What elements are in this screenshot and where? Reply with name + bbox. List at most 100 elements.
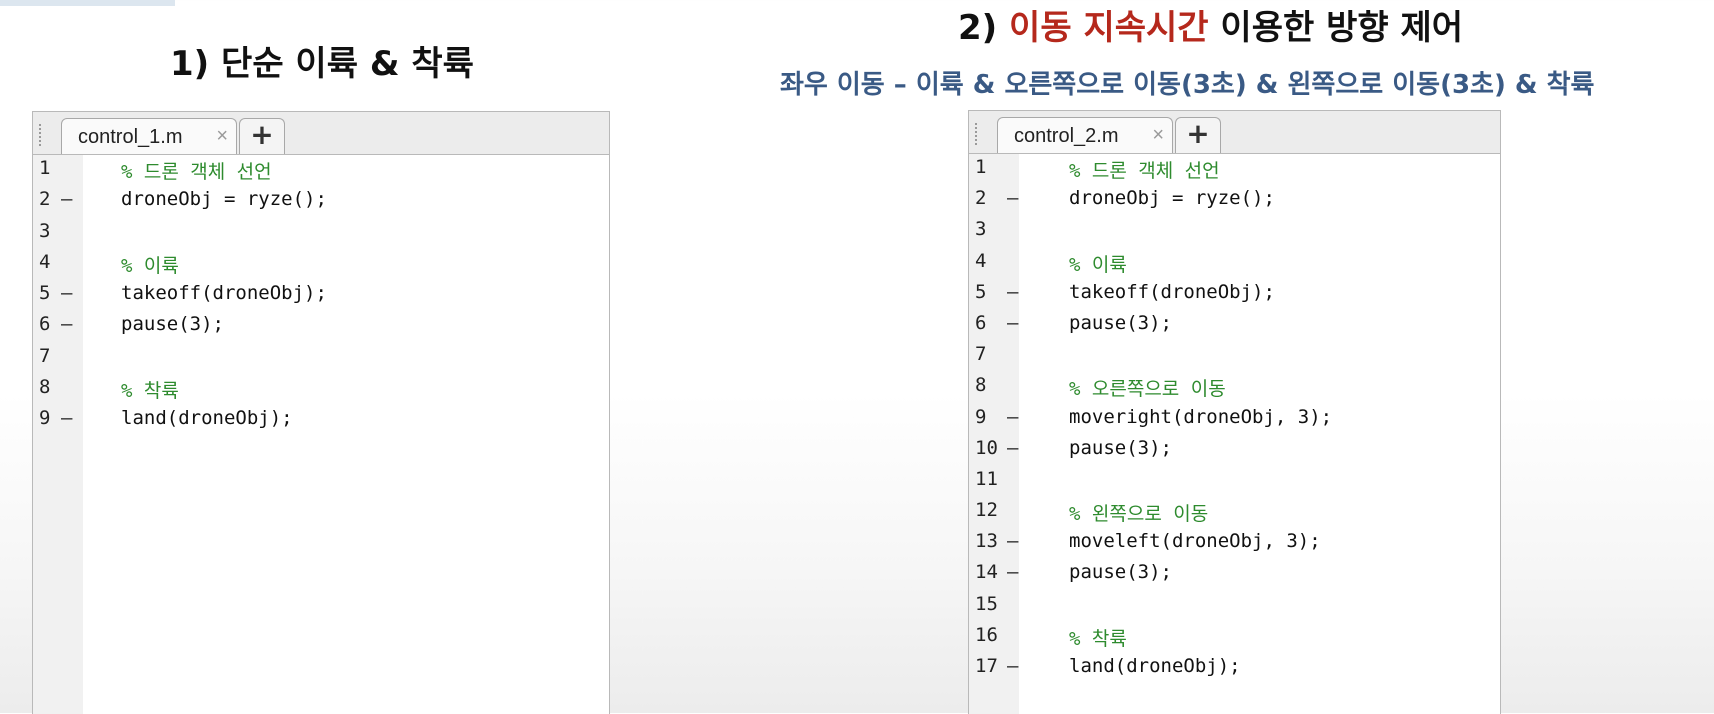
breakpoint-marker[interactable]: – — [1007, 530, 1018, 552]
code-line[interactable]: 3 — [33, 218, 609, 249]
right-subtitle: 좌우 이동 – 이륙 & 오른쪽으로 이동(3초) & 왼쪽으로 이동(3초) … — [780, 70, 1595, 100]
close-icon[interactable]: × — [216, 125, 228, 148]
code-line[interactable]: 4 % 이륙 — [969, 248, 1500, 279]
line-number: 12 — [975, 499, 998, 522]
line-number: 17 — [975, 655, 998, 677]
tab-label: control_2.m — [1014, 125, 1119, 147]
breakpoint-marker[interactable]: – — [1007, 187, 1018, 209]
breakpoint-marker[interactable]: – — [1007, 281, 1018, 303]
code-comment: % 오른쪽으로 이동 — [1069, 378, 1226, 401]
line-number: 4 — [975, 249, 987, 272]
tab-bar-grip[interactable] — [975, 123, 981, 145]
code-line[interactable]: 7 — [33, 343, 609, 374]
line-number: 2 — [39, 188, 51, 211]
line-number: 5 — [975, 280, 987, 303]
code-text: land(droneObj); — [121, 407, 293, 430]
line-number: 3 — [39, 219, 51, 242]
code-line[interactable]: 11 — [969, 466, 1500, 497]
tab-bar-grip[interactable] — [39, 124, 45, 146]
code-text: droneObj = ryze(); — [1069, 187, 1275, 210]
breakpoint-marker[interactable]: – — [1007, 437, 1018, 459]
tab-label: control_1.m — [78, 126, 183, 148]
code-line[interactable]: 4 % 이륙 — [33, 249, 609, 280]
line-number: 8 — [975, 374, 987, 397]
line-number: 1 — [975, 156, 987, 178]
breakpoint-marker[interactable]: – — [1007, 561, 1018, 583]
breakpoint-marker[interactable]: – — [61, 313, 72, 335]
code-line[interactable]: 6– pause(3); — [969, 310, 1500, 341]
line-number: 9 — [975, 405, 987, 428]
line-number: 10 — [975, 436, 998, 459]
line-number: 7 — [975, 343, 987, 366]
add-tab-button[interactable]: + — [1175, 117, 1221, 153]
code-line[interactable]: 8 % 오른쪽으로 이동 — [969, 372, 1500, 403]
breakpoint-marker[interactable]: – — [1007, 312, 1018, 334]
line-number: 4 — [39, 250, 51, 273]
code-line[interactable]: 6– pause(3); — [33, 311, 609, 342]
code-line[interactable]: 8 % 착륙 — [33, 374, 609, 405]
add-tab-button[interactable]: + — [239, 118, 285, 154]
corner-decoration — [0, 0, 175, 6]
line-number: 7 — [39, 344, 51, 367]
breakpoint-marker[interactable]: – — [61, 188, 72, 210]
line-number: 8 — [39, 376, 51, 399]
breakpoint-marker[interactable]: – — [61, 282, 72, 304]
code-line[interactable]: 17– land(droneObj); — [969, 653, 1500, 684]
code-line[interactable]: 10– pause(3); — [969, 435, 1500, 466]
code-text: pause(3); — [121, 313, 224, 336]
code-line[interactable]: 14– pause(3); — [969, 559, 1500, 590]
code-line[interactable]: 1 % 드론 객체 선언 — [33, 155, 609, 186]
code-line[interactable]: 9– land(droneObj); — [33, 405, 609, 436]
editor-control-1[interactable]: control_1.m × + 1% 드론 객체 선언 2– droneObj = … — [32, 111, 610, 714]
code-line[interactable]: 3 — [969, 216, 1500, 247]
editor-tab-bar: control_1.m × + — [33, 112, 609, 155]
code-line[interactable]: 1 % 드론 객체 선언 — [969, 154, 1500, 185]
editor-tab-bar: control_2.m × + — [969, 111, 1500, 154]
code-text: pause(3); — [1069, 436, 1172, 459]
code-text: droneObj = ryze(); — [121, 188, 327, 211]
editor-control-2[interactable]: control_2.m × + 1% 드론 객체 선언 2– droneObj = … — [968, 110, 1501, 714]
line-number: 5 — [39, 282, 51, 305]
right-title-prefix: 2) — [958, 8, 1010, 48]
code-line[interactable]: 5– takeoff(droneObj); — [33, 280, 609, 311]
code-text: land(droneObj); — [1069, 655, 1241, 677]
close-icon[interactable]: × — [1152, 124, 1164, 147]
code-text: pause(3); — [1069, 561, 1172, 584]
breakpoint-marker[interactable]: – — [1007, 406, 1018, 428]
line-number: 3 — [975, 218, 987, 241]
code-line[interactable]: 2– droneObj = ryze(); — [969, 185, 1500, 216]
tab-control-1[interactable]: control_1.m × — [61, 118, 237, 154]
code-line[interactable]: 15 — [969, 591, 1500, 622]
code-comment: % 착륙 — [1069, 627, 1127, 650]
code-text: takeoff(droneObj); — [121, 282, 327, 305]
code-line[interactable]: 5– takeoff(droneObj); — [969, 279, 1500, 310]
code-line[interactable]: 16 % 착륙 — [969, 622, 1500, 653]
code-comment: % 왼쪽으로 이동 — [1069, 503, 1209, 526]
code-text: moveright(droneObj, 3); — [1069, 405, 1333, 428]
line-number: 2 — [975, 187, 987, 210]
line-number: 15 — [975, 592, 998, 615]
code-comment: % 드론 객체 선언 — [121, 161, 272, 183]
line-number: 1 — [39, 157, 51, 179]
line-number: 6 — [39, 313, 51, 336]
code-line[interactable]: 13– moveleft(droneObj, 3); — [969, 528, 1500, 559]
line-number: 6 — [975, 311, 987, 334]
code-text: pause(3); — [1069, 311, 1172, 334]
left-title: 1) 단순 이륙 & 착륙 — [170, 44, 474, 84]
breakpoint-marker[interactable]: – — [1007, 655, 1018, 677]
right-title-suffix: 이용한 방향 제어 — [1208, 8, 1464, 48]
code-comment: % 이륙 — [1069, 253, 1127, 276]
line-number: 14 — [975, 561, 998, 584]
line-number: 16 — [975, 623, 998, 646]
code-line[interactable]: 9– moveright(droneObj, 3); — [969, 404, 1500, 435]
code-line[interactable]: 12 % 왼쪽으로 이동 — [969, 497, 1500, 528]
code-line[interactable]: 2– droneObj = ryze(); — [33, 186, 609, 217]
tab-control-2[interactable]: control_2.m × — [997, 117, 1173, 153]
breakpoint-marker[interactable]: – — [61, 407, 72, 429]
line-number: 13 — [975, 530, 998, 553]
code-area[interactable]: 1% 드론 객체 선언 2– droneObj = ryze(); 3 4% 이륙 5– t… — [33, 155, 609, 437]
code-comment: % 착륙 — [121, 380, 179, 403]
code-area[interactable]: 1% 드론 객체 선언 2– droneObj = ryze(); 3 4% 이륙 5– t… — [969, 154, 1500, 684]
code-line[interactable]: 7 — [969, 341, 1500, 372]
code-comment: % 드론 객체 선언 — [1069, 160, 1220, 182]
